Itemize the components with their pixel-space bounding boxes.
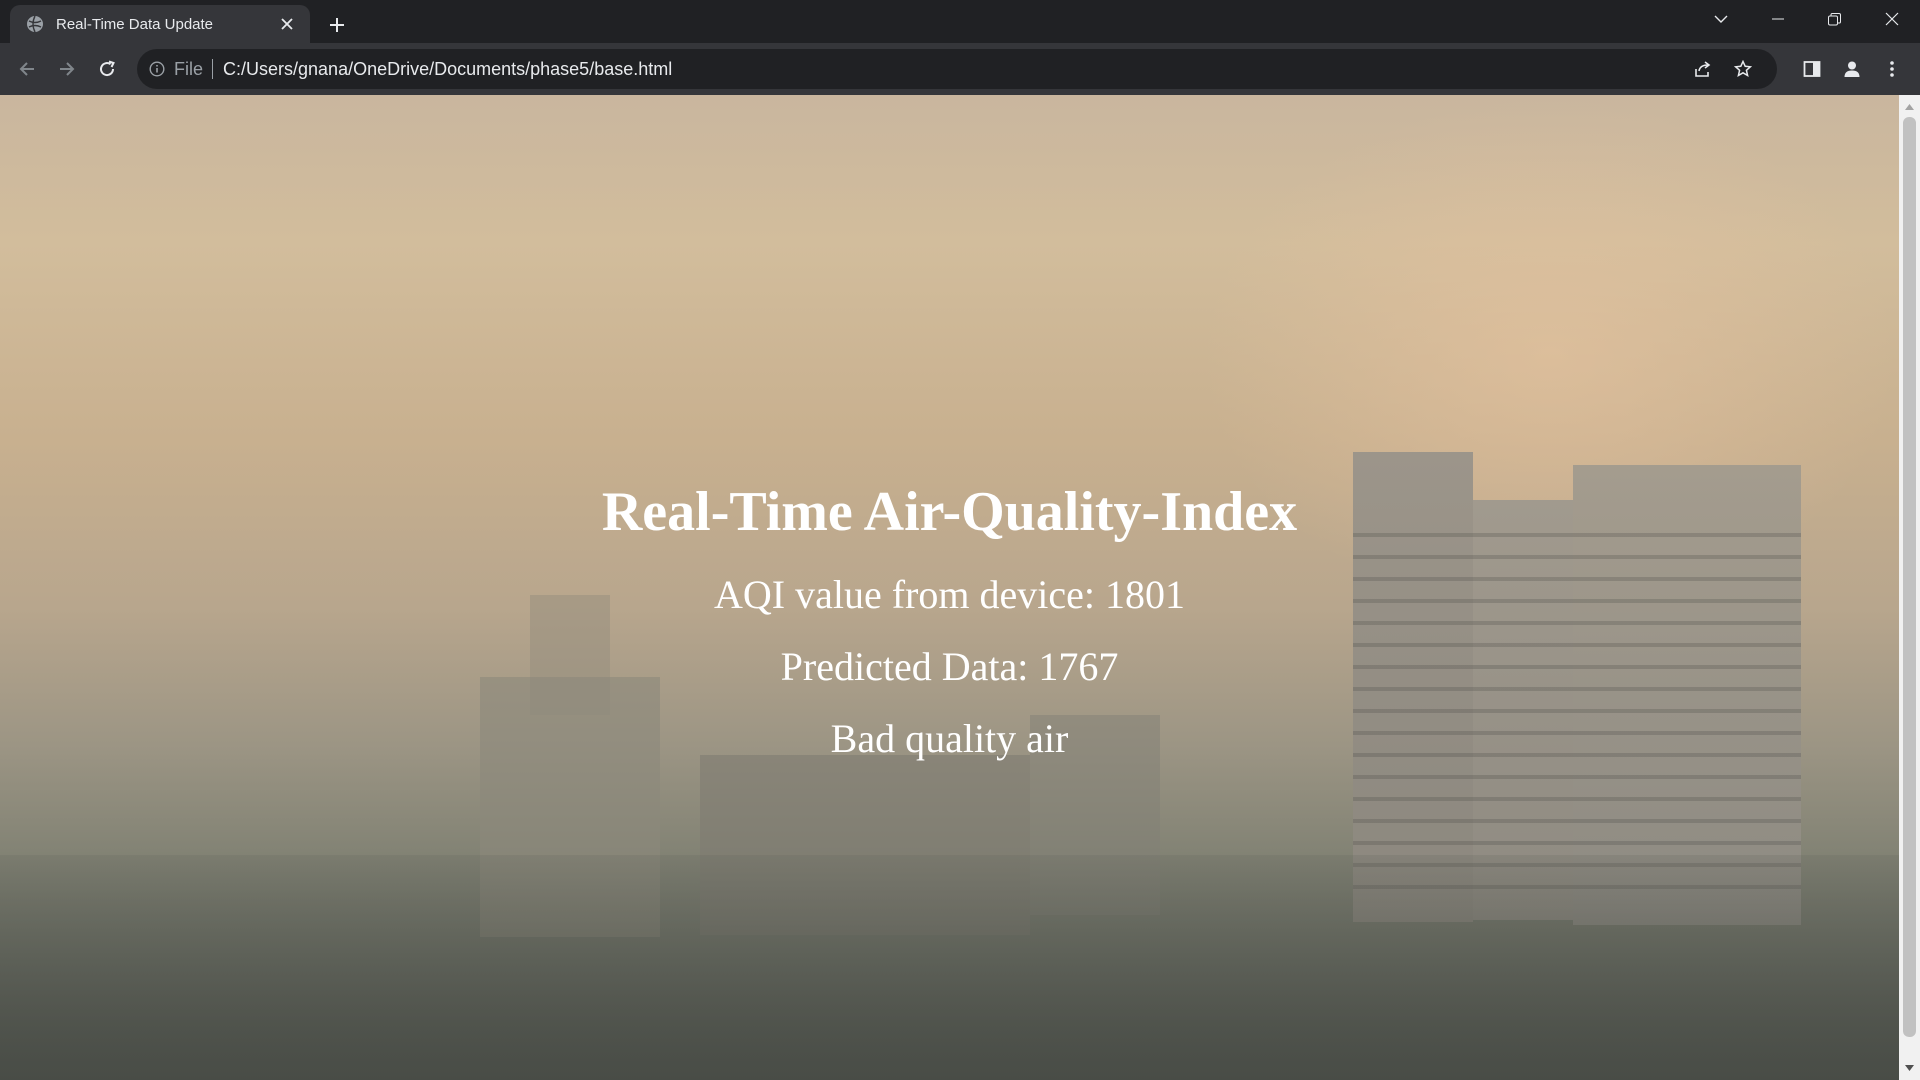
browser-toolbar: File C:/Users/gnana/OneDrive/Documents/p… — [0, 43, 1920, 95]
chevron-down-icon — [1714, 15, 1727, 23]
file-scheme-label: File — [174, 58, 204, 79]
url-text[interactable]: C:/Users/gnana/OneDrive/Documents/phase5… — [223, 59, 1683, 80]
new-tab-button[interactable] — [322, 10, 352, 40]
reload-icon — [100, 60, 115, 77]
forward-button[interactable] — [49, 51, 85, 87]
bookmark-button[interactable] — [1723, 52, 1763, 86]
browser-tab[interactable]: Real-Time Data Update — [10, 5, 310, 43]
info-icon — [149, 61, 165, 77]
scroll-down-arrow-icon[interactable] — [1899, 1060, 1920, 1076]
scrollbar-thumb[interactable] — [1903, 117, 1916, 1037]
share-button[interactable] — [1683, 52, 1723, 86]
reload-button[interactable] — [89, 51, 125, 87]
window-controls — [1692, 0, 1920, 40]
close-window-button[interactable] — [1863, 0, 1920, 38]
plus-icon — [330, 18, 344, 32]
side-panel-button[interactable] — [1792, 51, 1832, 87]
site-info-button[interactable]: File — [149, 59, 203, 80]
tab-close-icon[interactable] — [276, 13, 298, 35]
profile-icon — [1844, 61, 1860, 77]
minimize-button[interactable] — [1749, 0, 1806, 38]
page-content: Real-Time Air-Quality-Index AQI value fr… — [0, 95, 1899, 1080]
share-icon — [1695, 61, 1711, 77]
page-viewport: Real-Time Air-Quality-Index AQI value fr… — [0, 95, 1899, 1080]
omnibox-divider — [212, 59, 214, 79]
aqi-value-text: AQI value from device: 1801 — [714, 572, 1185, 617]
globe-icon — [26, 15, 44, 33]
kebab-menu-icon — [1890, 61, 1894, 77]
close-icon — [1885, 12, 1898, 26]
predicted-data-text: Predicted Data: 1767 — [780, 644, 1119, 689]
scroll-up-arrow-icon[interactable] — [1899, 99, 1920, 115]
page-title: Real-Time Air-Quality-Index — [601, 481, 1298, 543]
menu-button[interactable] — [1872, 51, 1912, 87]
tab-strip: Real-Time Data Update — [0, 0, 1920, 43]
restore-icon — [1828, 12, 1841, 25]
side-panel-icon — [1803, 61, 1821, 77]
arrow-left-icon — [19, 62, 34, 76]
back-button[interactable] — [9, 51, 45, 87]
minimize-icon — [1771, 18, 1784, 20]
restore-button[interactable] — [1806, 0, 1863, 38]
tab-title: Real-Time Data Update — [56, 15, 214, 33]
arrow-right-icon — [60, 62, 75, 76]
air-quality-status: Bad quality air — [830, 716, 1069, 761]
tab-search-button[interactable] — [1692, 0, 1749, 38]
address-bar[interactable]: File C:/Users/gnana/OneDrive/Documents/p… — [137, 49, 1777, 89]
star-icon — [1734, 60, 1752, 78]
profile-button[interactable] — [1832, 51, 1872, 87]
vertical-scrollbar[interactable] — [1899, 95, 1920, 1080]
